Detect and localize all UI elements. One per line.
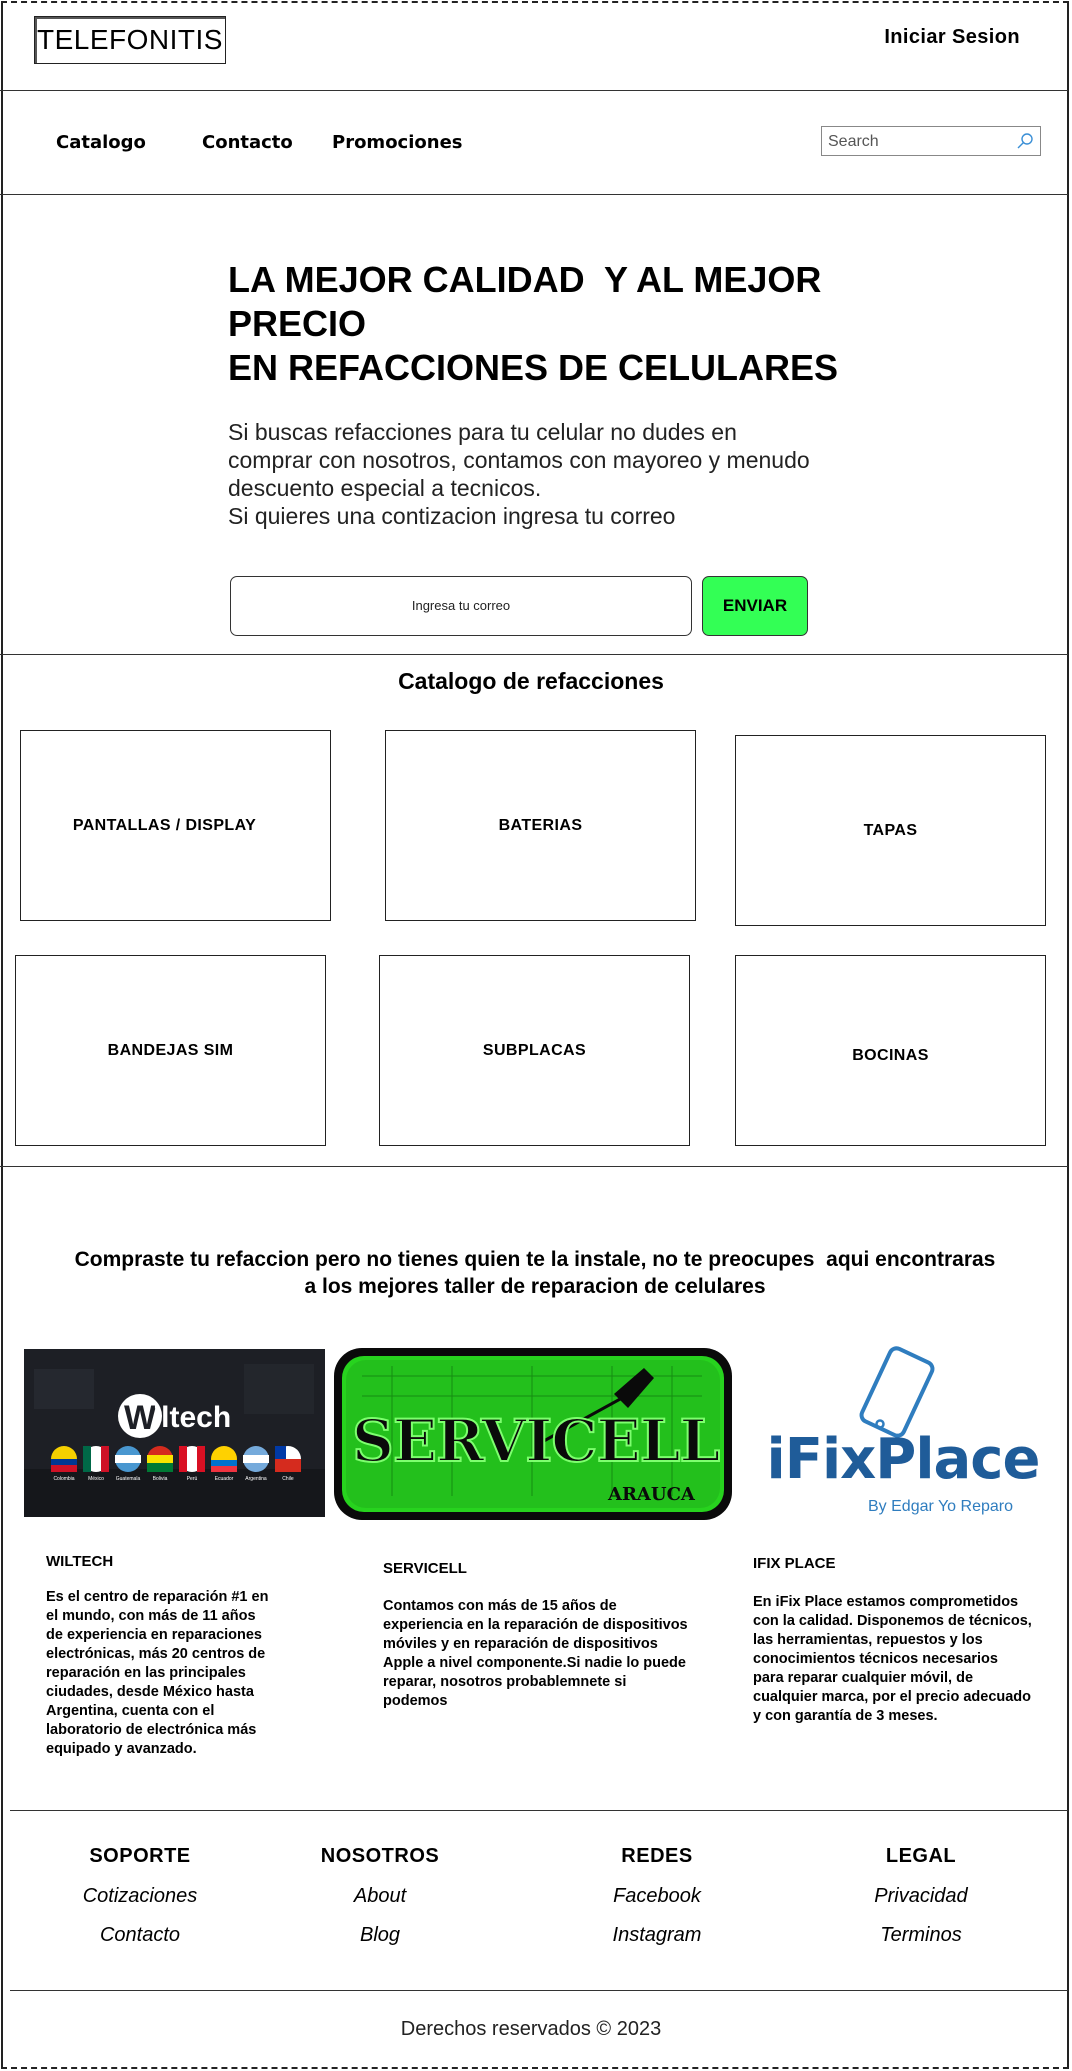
footer-bottom-divider	[10, 1990, 1068, 1991]
flag-label: Colombia	[53, 1476, 75, 1482]
catalog-card-pantallas[interactable]: PANTALLAS / DISPLAY	[20, 730, 331, 921]
footer-heading-nosotros: NOSOTROS	[320, 1845, 440, 1867]
flag-label: Perú	[186, 1476, 198, 1482]
flag-label: Bolivia	[152, 1476, 168, 1482]
nav-divider	[0, 194, 1068, 195]
wiltech-logo-graphic: W iltech	[24, 1349, 325, 1517]
site-logo[interactable]: TELEFONITIS	[34, 16, 226, 64]
flag-label: Chile	[282, 1476, 294, 1482]
footer-link-instagram[interactable]: Instagram	[557, 1924, 757, 1947]
footer-link-terminos[interactable]: Terminos	[821, 1924, 1021, 1947]
search-bar[interactable]	[821, 126, 1041, 156]
footer-link-about[interactable]: About	[280, 1885, 480, 1908]
catalog-card-bandejas-sim[interactable]: BANDEJAS SIM	[15, 955, 326, 1146]
workshops-title: Compraste tu refaccion pero no tienes qu…	[74, 1248, 996, 1298]
servicell-name: SERVICELL	[383, 1560, 467, 1577]
wiltech-description: Es el centro de reparación #1 en el mund…	[46, 1589, 269, 1757]
email-field[interactable]: Ingresa tu correo	[230, 576, 692, 636]
catalog-card-subplacas[interactable]: SUBPLACAS	[379, 955, 690, 1146]
svg-text:iltech: iltech	[153, 1401, 231, 1434]
catalog-divider	[0, 1166, 1068, 1167]
nav-item-catalogo[interactable]: Catalogo	[56, 132, 146, 153]
header-divider	[0, 90, 1068, 91]
footer-top-divider	[10, 1810, 1068, 1811]
catalog-card-bocinas[interactable]: BOCINAS	[735, 955, 1046, 1146]
flag-label: Argentina	[245, 1476, 267, 1482]
ifixplace-logo[interactable]: iFixPlace By Edgar Yo Reparo	[758, 1346, 1048, 1524]
nav-item-contacto[interactable]: Contacto	[202, 132, 293, 153]
footer-link-facebook[interactable]: Facebook	[557, 1885, 757, 1908]
search-input[interactable]	[826, 128, 1010, 156]
servicell-logo[interactable]: SERVICELL ARAUCA	[332, 1346, 734, 1522]
wiltech-name: WILTECH	[46, 1553, 114, 1570]
catalog-card-tapas[interactable]: TAPAS	[735, 735, 1046, 926]
servicell-logo-sub: ARAUCA	[608, 1484, 695, 1505]
footer-link-privacidad[interactable]: Privacidad	[821, 1885, 1021, 1908]
hero-divider	[0, 654, 1068, 655]
footer-link-blog[interactable]: Blog	[280, 1924, 480, 1947]
hero-title: LA MEJOR CALIDAD Y AL MEJOR PRECIO EN RE…	[228, 259, 839, 388]
send-button[interactable]: ENVIAR	[702, 576, 808, 636]
footer-link-contacto[interactable]: Contacto	[40, 1924, 240, 1947]
hero-description: Si buscas refacciones para tu celular no…	[228, 419, 810, 529]
wiltech-flag-labels: Colombia México Guatemala Bolivia Perú E…	[24, 1476, 325, 1486]
footer-heading-soporte: SOPORTE	[89, 1845, 191, 1867]
ifixplace-logo-text: iFixPlace	[766, 1427, 1041, 1492]
login-link[interactable]: Iniciar Sesion	[884, 26, 1020, 49]
servicell-description: Contamos con más de 15 años de experienc…	[383, 1598, 688, 1709]
flag-label: Guatemala	[115, 1476, 141, 1482]
ifixplace-logo-sub: By Edgar Yo Reparo	[868, 1498, 1013, 1515]
search-icon[interactable]	[1016, 132, 1034, 150]
footer-heading-legal: LEGAL	[885, 1845, 957, 1867]
flag-label: México	[88, 1476, 104, 1482]
servicell-logo-text: SERVICELL	[351, 1406, 721, 1476]
catalog-card-baterias[interactable]: BATERIAS	[385, 730, 696, 921]
flag-label: Ecuador	[214, 1476, 234, 1482]
phone-icon	[859, 1346, 935, 1438]
ifixplace-description: En iFix Place estamos comprometidos con …	[753, 1594, 1032, 1724]
wiltech-logo[interactable]: W iltech Colombia México Guatemala Boliv…	[24, 1349, 325, 1517]
ifixplace-name: IFIX PLACE	[753, 1555, 836, 1572]
nav-item-promociones[interactable]: Promociones	[332, 132, 463, 153]
footer-heading-redes: REDES	[621, 1845, 693, 1867]
copyright-text: Derechos reservados © 2023	[400, 2018, 662, 2040]
footer-link-cotizaciones[interactable]: Cotizaciones	[40, 1885, 240, 1908]
catalog-title: Catalogo de refacciones	[398, 668, 664, 694]
